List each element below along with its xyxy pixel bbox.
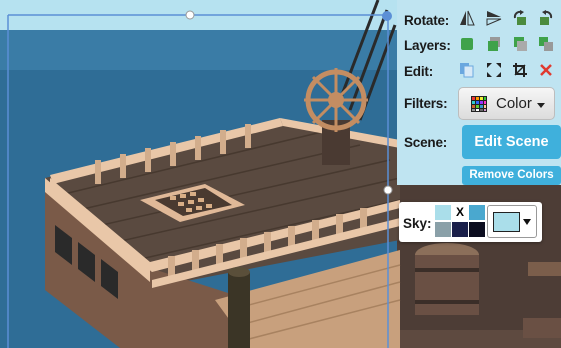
resize-handle-top[interactable]: [185, 10, 195, 20]
sky-swatch[interactable]: [469, 205, 485, 220]
rotate-right-icon[interactable]: [538, 10, 554, 26]
bring-forward-icon[interactable]: [486, 36, 502, 52]
sea-band: [0, 30, 400, 70]
filters-color-button[interactable]: Color: [458, 87, 555, 120]
sky-swatch[interactable]: [469, 222, 485, 237]
sky-label: Sky:: [403, 216, 432, 231]
copy-icon[interactable]: [459, 62, 475, 78]
bring-to-front-icon[interactable]: [459, 36, 475, 52]
rotate-label: Rotate:: [404, 13, 450, 28]
color-grid-icon: [471, 96, 487, 112]
flip-horizontal-icon[interactable]: [459, 10, 475, 26]
rotate-left-icon[interactable]: [512, 10, 528, 26]
chevron-down-icon: [537, 103, 545, 108]
sky-color-picker[interactable]: [487, 205, 537, 238]
sky-swatch[interactable]: [435, 205, 451, 220]
crop-icon[interactable]: [512, 62, 528, 78]
flip-vertical-icon[interactable]: [486, 10, 502, 26]
send-to-back-icon[interactable]: [538, 36, 554, 52]
filters-label: Filters:: [404, 96, 448, 111]
edit-scene-button[interactable]: Edit Scene: [462, 125, 561, 159]
remove-colors-button[interactable]: Remove Colors: [462, 166, 561, 185]
edit-label: Edit:: [404, 64, 433, 79]
layers-label: Layers:: [404, 38, 451, 53]
resize-handle-corner[interactable]: [382, 11, 392, 21]
resize-icon[interactable]: [486, 62, 502, 78]
send-backward-icon[interactable]: [512, 36, 528, 52]
mooring-post: [228, 267, 250, 348]
scene-label: Scene:: [404, 135, 448, 150]
clear-color-icon: X: [456, 205, 465, 219]
chevron-down-icon: [523, 219, 531, 225]
delete-icon[interactable]: [538, 62, 554, 78]
sky-color-panel: Sky: X: [399, 202, 542, 242]
sky-swatch[interactable]: [452, 222, 468, 237]
sky-swatch[interactable]: [435, 222, 451, 237]
selected-sky-color: [493, 212, 520, 232]
filters-color-label: Color: [496, 95, 532, 112]
resize-handle-right[interactable]: [383, 185, 393, 195]
